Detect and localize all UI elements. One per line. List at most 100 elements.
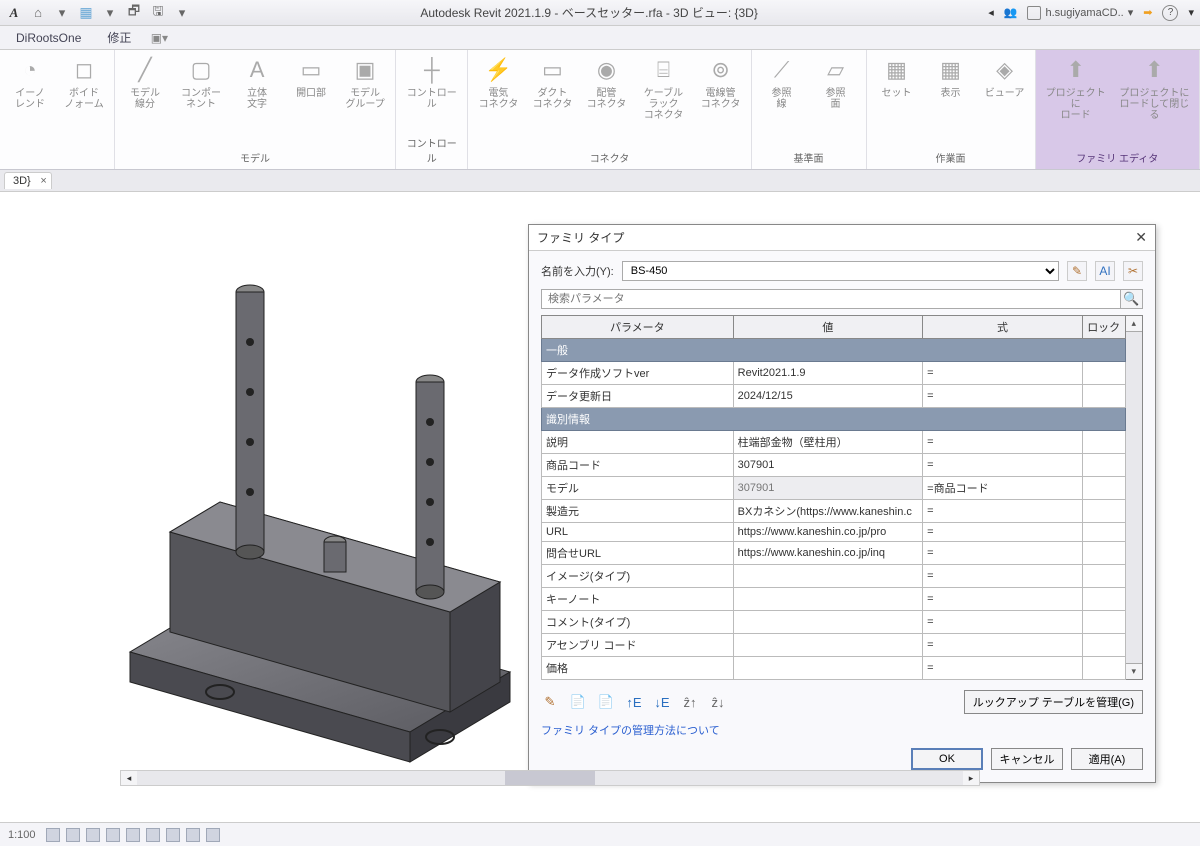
scroll-up-icon[interactable]: ▴ [1126,316,1143,332]
tool-electrical-connector[interactable]: ⚡電気 コネクタ [476,54,520,121]
search-icon[interactable]: 🔍 [1120,290,1142,308]
tool-void[interactable]: ◻ボイド ノォーム [62,54,106,110]
table-scrollbar[interactable]: ▴ ▾ [1126,315,1144,680]
table-row[interactable]: 説明柱端部金物（壁柱用）= [542,431,1126,454]
tool-model-group[interactable]: ▣モデル グループ [343,54,387,110]
cancel-button[interactable]: キャンセル [991,748,1063,770]
sort-asc-icon[interactable]: ẑ↑ [681,693,699,711]
sb-icon[interactable] [66,828,80,842]
sb-icon[interactable] [186,828,200,842]
help-link[interactable]: ファミリ タイプの管理方法について [541,722,720,738]
tool-load-and-close[interactable]: ⬆プロジェクトに ロードして閉じる [1118,54,1191,121]
doc-tab-3d[interactable]: 3D} × [4,172,52,189]
tool-opening[interactable]: ▭開口部 [289,54,333,110]
ribbon-tab-strip: DiRootsOne 修正 ▣▾ [0,26,1200,50]
tool-reference-line[interactable]: ⟋参照 線 [760,54,804,110]
view-scale[interactable]: 1:100 [8,829,36,841]
tab-dirootsone[interactable]: DiRootsOne [10,28,87,48]
rename-type-icon[interactable]: AI [1095,261,1115,281]
sb-icon[interactable] [166,828,180,842]
sb-icon[interactable] [86,828,100,842]
new-type-icon[interactable]: ✎ [1067,261,1087,281]
sb-icon[interactable] [46,828,60,842]
tool-conduit-connector[interactable]: ⊚電線管 コネクタ [699,54,743,121]
ok-button[interactable]: OK [911,748,983,770]
favorite-icon[interactable]: ➡ [1143,6,1152,19]
table-row[interactable]: 商品コード307901= [542,454,1126,477]
dialog-titlebar[interactable]: ファミリ タイプ ✕ [529,225,1155,251]
move-up-icon[interactable]: ↑E [625,693,643,711]
panel-settings-icon[interactable]: ▣▾ [151,30,167,46]
header-formula[interactable]: 式 [923,316,1083,339]
tool-load-into-project[interactable]: ⬆プロジェクトに ロード [1044,54,1108,121]
tool-duct-connector[interactable]: ▭ダクト コネクタ [530,54,574,121]
delete-type-icon[interactable]: ✂ [1123,261,1143,281]
tool-control[interactable]: ┼コントロール [404,54,459,110]
sort-desc-icon[interactable]: ẑ↓ [709,693,727,711]
group-row-identity[interactable]: 識別情報 [542,408,1126,431]
group-row-general[interactable]: 一般 [542,339,1126,362]
tool-viewer[interactable]: ◈ビューア [983,54,1027,99]
apps-icon[interactable]: ▦ [78,5,94,21]
tool-set[interactable]: ▦セット [875,54,919,99]
table-row[interactable]: URLhttps://www.kaneshin.co.jp/pro= [542,523,1126,542]
scroll-right-icon[interactable]: ▸ [963,771,979,785]
sb-icon[interactable] [146,828,160,842]
collab-icon[interactable]: ◂ [988,6,994,19]
table-row[interactable]: 価格= [542,657,1126,680]
table-row[interactable]: 製造元BXカネシン(https://www.kaneshin.c= [542,500,1126,523]
tool-blend[interactable]: ◔イーノ レンド [8,54,52,110]
chevron-down-icon[interactable]: ▾ [54,5,70,21]
search-input[interactable] [542,290,1120,308]
people-icon[interactable]: 👥 [1004,6,1018,19]
type-name-row: 名前を入力(Y): BS-450 ✎ AI ✂ [541,261,1143,281]
scroll-thumb[interactable] [505,771,595,785]
parameter-table[interactable]: パラメータ 値 式 ロック 一般 データ作成ソフトverRevit2021.1.… [541,315,1126,680]
help-icon[interactable]: ? [1162,5,1178,21]
scroll-left-icon[interactable]: ◂ [121,771,137,785]
table-row[interactable]: モデル307901=商品コード [542,477,1126,500]
open-icon[interactable]: 🗗 [126,5,142,21]
tool-cable-tray-connector[interactable]: ⌸ケーブル ラック コネクタ [638,54,688,121]
user-menu[interactable]: h.sugiyamaCD.. ▾ [1027,6,1133,20]
close-icon[interactable]: × [40,175,46,187]
sb-icon[interactable] [126,828,140,842]
move-down-icon[interactable]: ↓E [653,693,671,711]
canvas-hscrollbar[interactable]: ◂ ▸ [120,770,980,786]
edit-param-icon[interactable]: ✎ [541,693,559,711]
tool-component[interactable]: ▢コンポーネント [177,54,225,110]
tool-model-text[interactable]: A立体 文字 [235,54,279,110]
app-menu-icon[interactable]: A [6,5,22,21]
sb-icon[interactable] [206,828,220,842]
tool-show[interactable]: ▦表示 [929,54,973,99]
header-parameter[interactable]: パラメータ [542,316,734,339]
table-row[interactable]: アセンブリ コード= [542,634,1126,657]
new-param-icon[interactable]: 📄 [569,693,587,711]
home-icon[interactable]: ⌂ [30,5,46,21]
tool-reference-plane[interactable]: ▱参照 面 [814,54,858,110]
delete-param-icon[interactable]: 📄 [597,693,615,711]
header-value[interactable]: 値 [733,316,923,339]
save-icon[interactable]: 🖫 [150,5,166,21]
refplane-icon: ▱ [820,54,852,86]
tool-pipe-connector[interactable]: ◉配管 コネクタ [584,54,628,121]
chevron-down-icon[interactable]: ▾ [1188,6,1194,19]
table-row[interactable]: キーノート= [542,588,1126,611]
sb-icon[interactable] [106,828,120,842]
close-icon[interactable]: ✕ [1135,229,1147,246]
type-name-select[interactable]: BS-450 [622,261,1059,281]
chevron-down-icon[interactable]: ▾ [174,5,190,21]
table-header-row: パラメータ 値 式 ロック [542,316,1126,339]
tool-model-line[interactable]: ╱モデル 線分 [123,54,167,110]
table-row[interactable]: イメージ(タイプ)= [542,565,1126,588]
tab-modify[interactable]: 修正 [101,26,137,49]
table-row[interactable]: 問合せURLhttps://www.kaneshin.co.jp/inq= [542,542,1126,565]
apply-button[interactable]: 適用(A) [1071,748,1143,770]
table-row[interactable]: データ更新日2024/12/15= [542,385,1126,408]
scroll-down-icon[interactable]: ▾ [1126,663,1143,679]
table-row[interactable]: コメント(タイプ)= [542,611,1126,634]
chevron-down-icon[interactable]: ▾ [102,5,118,21]
table-row[interactable]: データ作成ソフトverRevit2021.1.9= [542,362,1126,385]
manage-lookup-button[interactable]: ルックアップ テーブルを管理(G) [964,690,1143,714]
header-lock[interactable]: ロック [1082,316,1125,339]
